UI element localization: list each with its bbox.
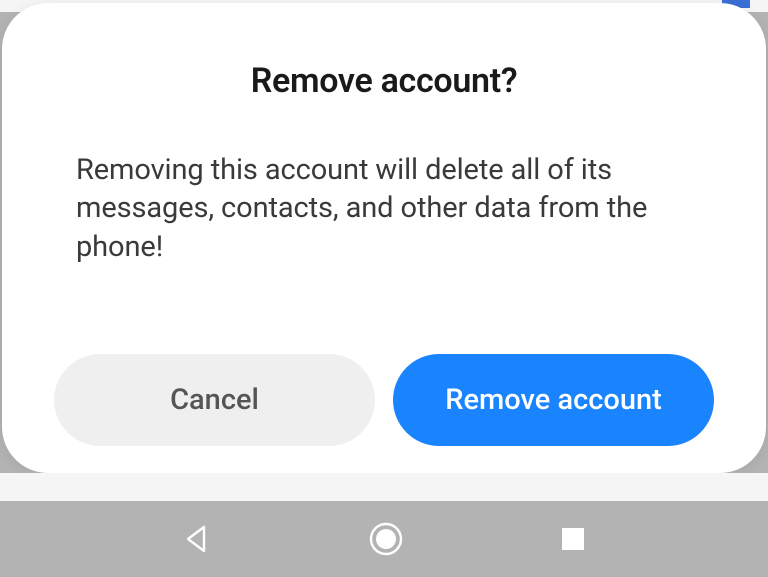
system-nav-bar (0, 501, 768, 577)
confirm-dialog: Remove account? Removing this account wi… (2, 3, 766, 473)
home-icon[interactable] (368, 521, 404, 557)
dialog-actions: Cancel Remove account (2, 354, 766, 446)
recent-apps-icon[interactable] (560, 526, 586, 552)
backdrop-below-strip (0, 473, 768, 501)
dialog-title: Remove account? (2, 61, 766, 101)
back-icon[interactable] (182, 524, 212, 554)
dialog-body-text: Removing this account will delete all of… (2, 151, 766, 266)
cancel-button[interactable]: Cancel (54, 354, 375, 446)
remove-account-button[interactable]: Remove account (393, 354, 714, 446)
